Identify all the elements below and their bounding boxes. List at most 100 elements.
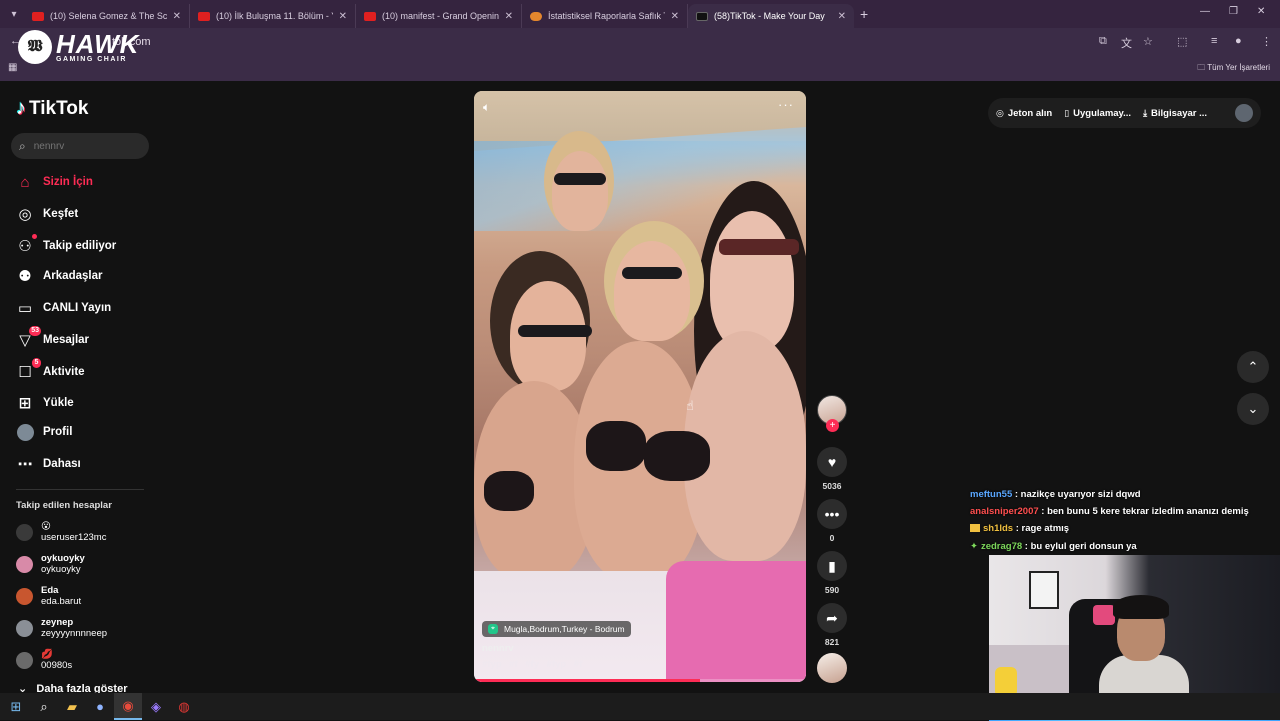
hawk-brand: HAWK — [56, 28, 140, 59]
location-pin-icon: ⌖ — [488, 624, 498, 634]
browser-tab[interactable]: (10) İlk Buluşma 11. Bölüm - Yo ✕ — [190, 4, 356, 28]
nav-label: Profil — [43, 426, 73, 438]
activity-badge: 5 — [32, 358, 41, 368]
profile-avatar-icon[interactable]: ● — [1235, 35, 1242, 47]
tiktok-logo[interactable]: ♪ TikTok — [16, 97, 88, 120]
nav-upload[interactable]: ⊞ Yükle — [16, 394, 74, 412]
messages-badge: 53 — [29, 326, 41, 336]
video-player[interactable]: 🔈︎ ··· ☝︎ ⌖ Mugla,Bodrum,Turkey - Bodrum… — [474, 91, 806, 682]
nav-following[interactable]: ⚇ Takip ediliyor — [16, 234, 116, 255]
hawk-logo-overlay: 𝖂 HAWK GAMING CHAIR — [18, 30, 139, 64]
next-video-button[interactable]: ⌄ — [1237, 393, 1269, 425]
search-input[interactable] — [33, 140, 134, 152]
bookmark-icon[interactable]: ▮ — [817, 551, 847, 581]
nav-live[interactable]: ▭ CANLI Yayın — [16, 299, 111, 317]
nav-activity[interactable]: ☐ 5 Aktivite — [16, 358, 85, 381]
browser-tab-strip: ▾ (10) Selena Gomez & The Scene ✕ (10) İ… — [0, 0, 1280, 28]
following-accounts-title: Takip edilen hesaplar — [16, 500, 112, 511]
nav-for-you[interactable]: ⌂ Sizin İçin — [16, 173, 92, 191]
minimize-icon[interactable]: — — [1200, 6, 1210, 17]
follow-plus-icon[interactable]: + — [826, 419, 839, 432]
chat-user: sh1lds — [983, 523, 1014, 534]
search-box[interactable]: ⌕ — [11, 133, 149, 159]
music-disc-icon[interactable] — [817, 653, 847, 683]
share-action[interactable]: ➦ 821 — [817, 603, 847, 647]
comment-action[interactable]: ••• 0 — [817, 499, 847, 543]
tab-title: (10) manifest - Grand Opening — [382, 11, 499, 21]
tab-close-icon[interactable]: ✕ — [173, 11, 181, 22]
video-hashtags[interactable]: #fyp #f #fy #fyp #f — [482, 659, 582, 670]
volume-icon[interactable]: 🔈︎ — [483, 100, 490, 115]
home-icon: ⌂ — [20, 173, 30, 191]
nav-more[interactable]: ⋯ Dahası — [16, 455, 81, 473]
tab-close-icon[interactable]: ✕ — [339, 11, 347, 22]
tab-close-icon[interactable]: ✕ — [838, 11, 846, 22]
video-figure — [586, 421, 646, 471]
avatar — [16, 555, 33, 573]
nav-explore[interactable]: ◎ Keşfet — [16, 205, 78, 223]
browser-tab[interactable]: (10) Selena Gomez & The Scene ✕ — [24, 4, 190, 28]
cast-icon[interactable]: ⧉ — [1099, 35, 1107, 48]
browser-tab-active[interactable]: (58)TikTok - Make Your Day ✕ — [688, 4, 854, 28]
comment-count: 0 — [829, 533, 835, 543]
avatar — [16, 523, 33, 541]
video-progress-bar[interactable] — [474, 679, 806, 682]
tab-search-icon[interactable]: ▾ — [4, 4, 24, 24]
user-avatar[interactable] — [1235, 104, 1253, 122]
sub-badge-icon — [970, 524, 980, 533]
translate-icon[interactable]: 文 — [1121, 35, 1132, 51]
chrome-icon[interactable]: ◉ — [114, 693, 142, 720]
app-icon[interactable]: ● — [86, 693, 114, 720]
comment-icon[interactable]: ••• — [817, 499, 847, 529]
share-count: 821 — [824, 637, 840, 647]
desktop-app-button[interactable]: ⤓ Bilgisayar ... — [1143, 108, 1207, 119]
windows-start-icon[interactable]: ⊞ — [2, 693, 30, 720]
tab-title: (10) İlk Buluşma 11. Bölüm - Yo — [216, 11, 333, 21]
chat-text: : bu eylul geri donsun ya — [1022, 541, 1137, 552]
obs-icon[interactable]: ◍ — [170, 693, 198, 720]
nav-label: Keşfet — [43, 208, 79, 220]
search-icon[interactable]: ⌕ — [30, 693, 58, 720]
all-bookmarks-folder[interactable]: 🗀 Tüm Yer İşaretleri — [1197, 62, 1270, 76]
nav-profile[interactable]: Profil — [16, 423, 72, 441]
account-name: zeynep — [41, 617, 74, 628]
discord-icon[interactable]: ◈ — [142, 693, 170, 720]
followed-account[interactable]: 💋 00980s — [16, 649, 72, 671]
media-icon[interactable]: ≡ — [1211, 35, 1217, 47]
file-explorer-icon[interactable]: ▰ — [58, 693, 86, 720]
location-tag[interactable]: ⌖ Mugla,Bodrum,Turkey - Bodrum — [482, 621, 631, 637]
video-author[interactable]: nennrv — [482, 643, 514, 654]
account-handle: useruser123mc — [41, 532, 107, 543]
previous-video-button[interactable]: ⌃ — [1237, 351, 1269, 383]
close-window-icon[interactable]: ✕ — [1257, 6, 1265, 17]
star-icon[interactable]: ☆ — [1143, 35, 1153, 48]
video-pink-object — [666, 561, 806, 682]
extensions-icon[interactable]: ⬚ — [1177, 35, 1187, 48]
address-bar: ← tok.com ⧉ 文 ☆ ⬚ ≡ ● ⋮ — [0, 28, 1280, 56]
get-app-button[interactable]: ▯ Uygulamay... — [1064, 108, 1131, 119]
tiktok-icon — [696, 11, 708, 21]
browser-tab[interactable]: (10) manifest - Grand Opening ✕ — [356, 4, 522, 28]
get-coins-button[interactable]: ◎ Jeton alın — [996, 108, 1052, 119]
more-options-icon[interactable]: ··· — [778, 97, 794, 112]
followed-account[interactable]: zeynep zeyyyynnnneep — [16, 617, 107, 639]
followed-account[interactable]: 😮 useruser123mc — [16, 521, 106, 543]
new-tab-icon[interactable]: + — [860, 6, 868, 22]
account-name: 💋 — [41, 649, 53, 660]
share-icon[interactable]: ➦ — [817, 603, 847, 633]
save-count: 590 — [824, 585, 840, 595]
tab-close-icon[interactable]: ✕ — [505, 11, 513, 22]
account-name: oykuoyky — [41, 553, 85, 564]
followed-account[interactable]: oykuoyky oykuoyky — [16, 553, 85, 575]
nav-messages[interactable]: ▽ 53 Mesajlar — [16, 326, 89, 349]
menu-icon[interactable]: ⋮ — [1261, 35, 1272, 48]
like-action[interactable]: ♥ 5036 — [817, 447, 847, 491]
nav-friends[interactable]: ⚉ Arkadaşlar — [16, 267, 102, 285]
followed-account[interactable]: Eda eda.barut — [16, 585, 81, 607]
restore-icon[interactable]: ❐ — [1229, 6, 1238, 17]
apps-grid-icon[interactable]: ▦ — [8, 62, 17, 73]
tab-close-icon[interactable]: ✕ — [671, 11, 679, 22]
browser-tab[interactable]: İstatistiksel Raporlarla Saflık Te ✕ — [522, 4, 688, 28]
heart-icon[interactable]: ♥ — [817, 447, 847, 477]
save-action[interactable]: ▮ 590 — [817, 551, 847, 595]
